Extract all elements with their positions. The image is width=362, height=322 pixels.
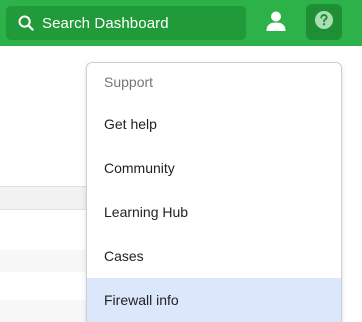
menu-item-firewall-info[interactable]: Firewall info [87,278,341,322]
table-header-row [0,186,100,210]
user-account-button[interactable] [262,9,290,37]
menu-item-label: Learning Hub [104,204,189,220]
search-icon [18,15,34,31]
menu-section-title: Support [104,74,154,90]
table-row [0,300,100,322]
menu-item-community[interactable]: Community [87,146,341,190]
menu-item-label: Get help [104,116,157,132]
search-placeholder: Search Dashboard [42,14,169,32]
menu-item-learning-hub[interactable]: Learning Hub [87,190,341,234]
menu-item-cases[interactable]: Cases [87,234,341,278]
table-row [0,250,100,272]
help-menu-button[interactable] [306,4,342,40]
user-icon [265,10,287,37]
top-navigation-bar: Search Dashboard [0,0,362,46]
menu-item-label: Cases [104,248,144,264]
help-icon [314,10,334,35]
menu-item-get-help[interactable]: Get help [87,102,341,146]
search-dashboard-input[interactable]: Search Dashboard [6,6,246,40]
dashboard-page: Search Dashboard Support Get help Commun… [0,0,362,322]
menu-item-label: Firewall info [104,292,179,308]
support-dropdown-menu: Support Get help Community Learning Hub … [86,62,342,322]
menu-item-label: Community [104,160,175,176]
